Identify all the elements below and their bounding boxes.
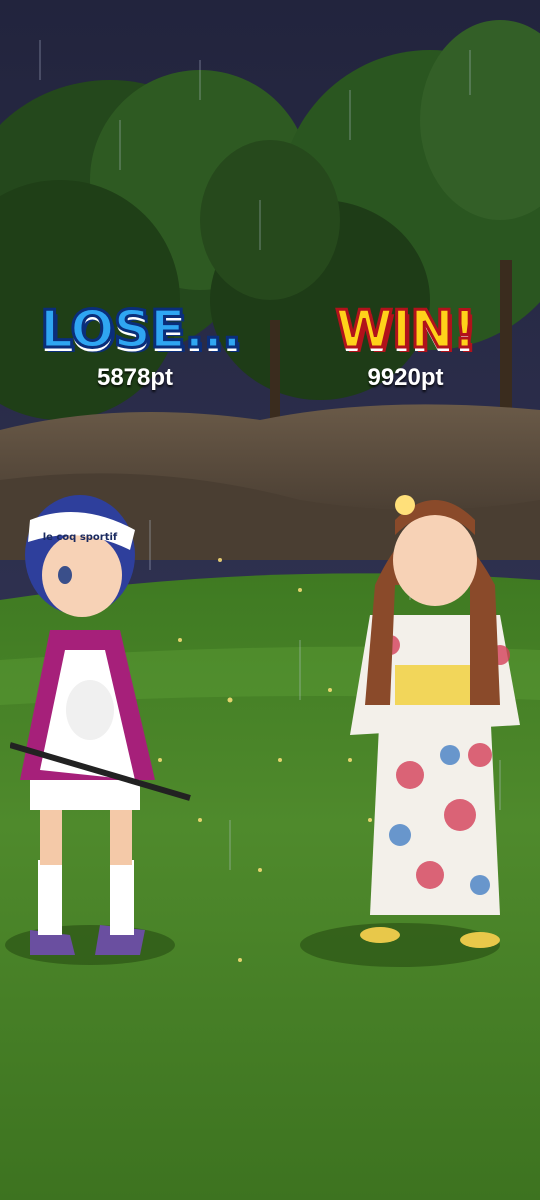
- visor-logo: le coq sportif: [43, 532, 118, 543]
- win-label: WIN!: [334, 299, 478, 362]
- player-character-left: le coq sportif: [10, 495, 191, 955]
- left-score: 5878pt: [96, 364, 174, 391]
- right-score: 9920pt: [367, 364, 444, 391]
- player-character-right: [350, 495, 520, 948]
- lose-result-panel: LOSE... 5878pt: [39, 299, 244, 392]
- lose-label: LOSE...: [39, 299, 244, 362]
- game-scene: le coq sportif LOSE... 5878pt WIN! 9920p…: [0, 0, 540, 1200]
- win-result-panel: WIN! 9920pt: [318, 299, 493, 392]
